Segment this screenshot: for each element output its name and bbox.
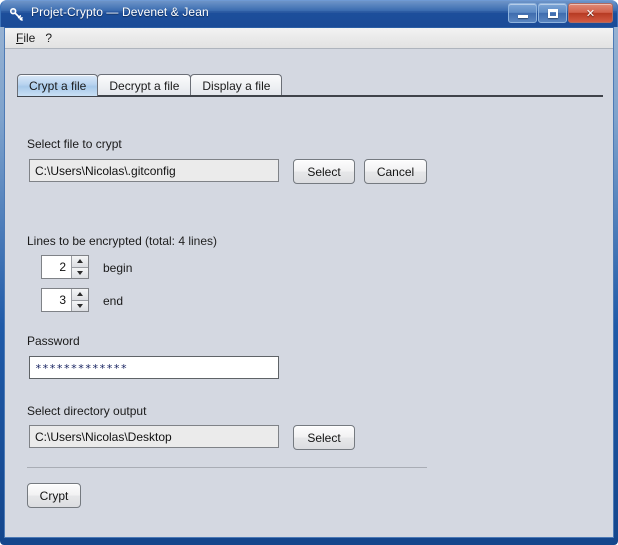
- file-select-button[interactable]: Select: [293, 159, 355, 184]
- tab-decrypt-a-file-label: Decrypt a file: [109, 78, 180, 93]
- output-directory-input[interactable]: C:\Users\Nicolas\Desktop: [29, 425, 279, 448]
- select-directory-label: Select directory output: [27, 404, 147, 418]
- tab-strip: Crypt a file Decrypt a file Display a fi…: [17, 72, 603, 96]
- tab-crypt-a-file-label: Crypt a file: [29, 78, 87, 93]
- end-line-value: 3: [42, 289, 71, 311]
- begin-line-decrement-button[interactable]: [72, 267, 88, 278]
- menu-item-file-label: ile: [23, 30, 36, 45]
- lines-to-encrypt-label: Lines to be encrypted: [27, 234, 142, 248]
- end-line-stepper[interactable]: 3: [41, 288, 89, 312]
- begin-line-arrows: [71, 256, 88, 278]
- file-cancel-button[interactable]: Cancel: [364, 159, 427, 184]
- tab-crypt-a-file[interactable]: Crypt a file: [17, 74, 99, 96]
- begin-line-increment-button[interactable]: [72, 256, 88, 268]
- file-path-input[interactable]: C:\Users\Nicolas\.gitconfig: [29, 159, 279, 182]
- select-file-label: Select file to crypt: [27, 137, 122, 151]
- tab-panel-crypt: Select file to crypt C:\Users\Nicolas\.g…: [17, 97, 603, 527]
- form-separator: [27, 467, 427, 468]
- end-line-increment-button[interactable]: [72, 289, 88, 301]
- key-icon: [9, 7, 23, 21]
- end-label: end: [103, 294, 124, 308]
- tab-decrypt-a-file[interactable]: Decrypt a file: [97, 74, 192, 96]
- lines-total-label: (total: 4 lines): [145, 234, 218, 248]
- tab-display-a-file-label: Display a file: [202, 78, 271, 93]
- maximize-button[interactable]: [538, 3, 567, 23]
- password-label: Password: [27, 334, 80, 348]
- menu-item-help[interactable]: ?: [42, 30, 59, 47]
- minimize-icon: [509, 4, 536, 22]
- application-window: Projet-Crypto — Devenet & Jean ✕ File ? …: [0, 0, 618, 545]
- window-controls: ✕: [507, 3, 613, 24]
- crypt-submit-button[interactable]: Crypt: [27, 483, 81, 508]
- window-title: Projet-Crypto — Devenet & Jean: [31, 5, 209, 19]
- close-icon: ✕: [585, 7, 596, 20]
- minimize-button[interactable]: [508, 3, 537, 23]
- end-line-arrows: [71, 289, 88, 311]
- end-line-decrement-button[interactable]: [72, 300, 88, 311]
- directory-select-button[interactable]: Select: [293, 425, 355, 450]
- tab-display-a-file[interactable]: Display a file: [190, 74, 283, 96]
- tab-panel-top-border: [17, 95, 603, 97]
- close-button[interactable]: ✕: [568, 3, 613, 23]
- begin-line-stepper[interactable]: 2: [41, 255, 89, 279]
- begin-line-value: 2: [42, 256, 71, 278]
- password-masked-value: *************: [35, 362, 128, 375]
- client-area: File ? Crypt a file Decrypt a file Displ…: [4, 27, 614, 538]
- maximize-icon: [539, 4, 566, 22]
- password-input[interactable]: *************: [29, 356, 279, 379]
- begin-label: begin: [103, 261, 133, 275]
- menu-item-file[interactable]: File: [13, 30, 42, 47]
- menu-bar: File ?: [5, 28, 613, 49]
- title-bar[interactable]: Projet-Crypto — Devenet & Jean ✕: [0, 0, 618, 27]
